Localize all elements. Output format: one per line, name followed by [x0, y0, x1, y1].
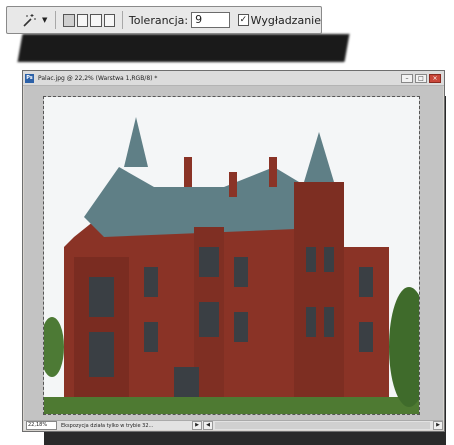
zoom-field[interactable]: 22,18%	[26, 421, 57, 430]
status-bar: 22,18% Ekspozycja działa tylko w trybie …	[24, 420, 443, 430]
minimize-button[interactable]: –	[401, 73, 413, 83]
add-to-selection-button[interactable]	[76, 13, 89, 27]
status-menu-arrow-icon[interactable]: ▶	[192, 421, 202, 430]
separator	[122, 11, 123, 29]
antialias-label: Wygładzanie	[250, 13, 321, 27]
horizontal-scrollbar[interactable]	[215, 422, 430, 429]
scroll-left-icon[interactable]: ◀	[203, 421, 213, 430]
document-titlebar[interactable]: Ps Palac.jpg @ 22,2% (Warstwa 1,RGB/8) *…	[23, 71, 444, 86]
scroll-right-icon[interactable]: ▶	[433, 421, 443, 430]
toolbar-shadow	[17, 34, 350, 62]
intersect-selection-button[interactable]	[103, 13, 116, 27]
antialias-checkbox[interactable]: ✓	[238, 14, 249, 26]
document-title: Palac.jpg @ 22,2% (Warstwa 1,RGB/8) *	[38, 74, 158, 82]
photoshop-icon: Ps	[25, 73, 34, 83]
magic-wand-icon[interactable]	[21, 12, 37, 28]
subtract-from-selection-button[interactable]	[90, 13, 102, 27]
close-button[interactable]: ×	[429, 73, 441, 83]
tool-dropdown-arrow-icon[interactable]: ▼	[42, 16, 47, 24]
maximize-button[interactable]: □	[415, 73, 427, 83]
canvas-area[interactable]	[24, 86, 443, 422]
palace-photo	[43, 96, 420, 415]
tolerance-label: Tolerancja:	[128, 13, 189, 27]
tolerance-input[interactable]: 9	[191, 12, 231, 28]
new-selection-button[interactable]	[63, 13, 75, 27]
document-window: Ps Palac.jpg @ 22,2% (Warstwa 1,RGB/8) *…	[22, 70, 445, 432]
separator	[55, 11, 57, 29]
options-bar: ▼ Tolerancja: 9 ✓ Wygładzanie	[6, 6, 322, 34]
status-info[interactable]: Ekspozycja działa tylko w trybie 32...	[61, 423, 191, 429]
